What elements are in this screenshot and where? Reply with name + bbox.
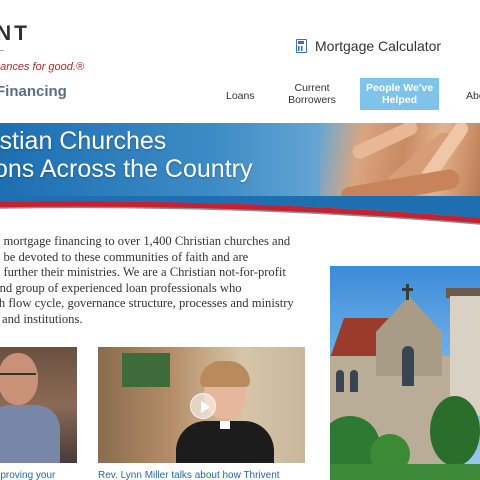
nav-item-about[interactable]: Abo (466, 90, 480, 102)
site-section-title[interactable]: Financing (0, 83, 67, 100)
intro-line: n further their ministries. We are a Chr… (0, 265, 286, 279)
banner-headline-line-2: ons Across the Country (0, 155, 253, 183)
church-photo (330, 266, 480, 480)
nav-item-loans[interactable]: Loans (226, 90, 255, 102)
intro-paragraph: g mortgage financing to over 1,400 Chris… (0, 234, 316, 327)
intro-line: g mortgage financing to over 1,400 Chris… (0, 234, 291, 248)
video-caption-link[interactable]: mproving your (0, 470, 55, 480)
logo-subtext: L (0, 42, 6, 54)
mortgage-calculator-label: Mortgage Calculator (315, 38, 442, 54)
nav-item-people-weve-helped[interactable]: People We've Helped (360, 78, 439, 110)
calculator-icon (296, 39, 307, 53)
intro-line: sh flow cycle, governance structure, pro… (0, 296, 294, 310)
banner-headline-line-1: istian Churches (0, 127, 167, 155)
intro-line: s and institutions. (0, 311, 83, 326)
mortgage-calculator-link[interactable]: Mortgage Calculator (296, 38, 441, 54)
video-caption-link[interactable]: Rev. Lynn Miller talks about how Thriven… (98, 470, 280, 480)
video-thumbnail[interactable] (98, 347, 305, 463)
tagline: nances for good.® (0, 61, 85, 73)
intro-line: o be devoted to these communities of fai… (0, 249, 249, 264)
window-background (122, 353, 170, 387)
banner-swoosh (0, 196, 480, 236)
person-photo (0, 353, 60, 463)
nav-item-current-borrowers[interactable]: Current Borrowers (286, 82, 338, 106)
intro-line: and group of experienced loan profession… (0, 280, 242, 295)
video-thumbnail[interactable] (0, 347, 77, 463)
play-icon[interactable] (190, 393, 216, 419)
